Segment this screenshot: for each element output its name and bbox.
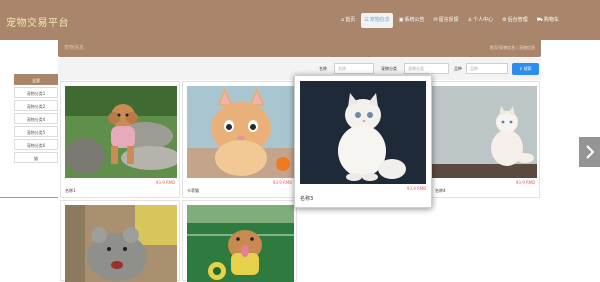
name-label: 名称 [319,66,327,71]
menu-item-admin[interactable]: ⚙后台管理 [499,13,531,28]
pet-card[interactable] [60,200,180,282]
category-sidebar: 全部 宠物分类1 宠物分类2 宠物分类4 宠物分类5 宠物分类6 猫 [14,74,58,165]
section-header: 宠物信息 首页/宠物信息 / 宠物信息 [58,38,541,57]
user-icon: ♙ [467,17,473,23]
category-item-5[interactable]: 宠物分类5 [14,126,58,137]
carousel-next-button[interactable] [579,137,600,167]
search-button[interactable]: ⚲ 搜索 [512,63,539,75]
watermark: CSDN @一枚小小程序员哈 [487,267,573,275]
pet-image-dog-ball [187,205,294,282]
search-button-label: 搜索 [523,66,532,71]
breed-label: 品种 [454,66,462,71]
category-input[interactable]: 宠物分类 [404,63,449,74]
search-icon: ⚲ [519,66,523,71]
breadcrumb[interactable]: 首页/宠物信息 / 宠物信息 [490,45,535,51]
category-item-4[interactable]: 宠物分类4 [14,113,58,124]
page-title: 宠物信息 [64,45,85,51]
menu-label-home: 首页 [345,17,356,23]
main-menu: ⌂首页 ☰宠物信息 ▣系统公告 ✉留言反馈 ♙个人中心 ⚙后台管理 ⛟购物车 [338,13,562,29]
pet-name: 名称1 [65,188,76,193]
name-input[interactable]: 名称 [334,63,374,74]
menu-item-cart[interactable]: ⛟购物车 [534,13,562,28]
pet-name: 名称3 [300,196,314,202]
menu-item-home[interactable]: ⌂首页 [338,13,358,28]
pet-card[interactable]: 93.9 RMB 卡菲猫 [182,81,297,198]
pet-image-chinchilla [65,205,177,282]
list-icon: ☰ [364,17,369,23]
message-icon: ✉ [433,17,438,23]
breed-input[interactable]: 品种 [466,63,508,74]
menu-item-profile[interactable]: ♙个人中心 [465,13,497,28]
pet-image-cat-garfield [187,86,294,178]
pet-image-cat-persian [300,81,426,184]
menu-label-profile: 个人中心 [473,17,494,23]
top-nav: 宠物交易平台 ⌂首页 ☰宠物信息 ▣系统公告 ✉留言反馈 ♙个人中心 ⚙后台管理… [0,0,600,40]
menu-item-feedback[interactable]: ✉留言反馈 [430,13,461,28]
pet-price: 93.9 RMB [515,180,535,185]
site-brand[interactable]: 宠物交易平台 [6,14,69,29]
menu-label-pet-info: 宠物信息 [369,17,390,23]
notice-icon: ▣ [398,17,404,23]
pet-card[interactable] [182,200,297,282]
category-item-6[interactable]: 宠物分类6 [14,139,58,150]
pet-card-hover-popup[interactable]: 93.9 RMB 名称3 [294,75,432,208]
menu-label-admin: 后台管理 [507,17,528,23]
menu-item-pet-info[interactable]: ☰宠物信息 [361,13,393,28]
pet-price: 93.9 RMB [155,180,175,185]
pet-image-poodle [65,86,177,178]
category-label: 宠物分类 [381,66,397,71]
pet-card[interactable]: 93.9 RMB 名称4 [420,81,540,198]
menu-label-cart: 购物车 [543,17,559,23]
category-item-1[interactable]: 宠物分类1 [14,87,58,98]
pet-name: 卡菲猫 [187,188,199,193]
chevron-right-icon [586,145,595,159]
menu-label-feedback: 留言反馈 [438,17,459,23]
menu-label-notice: 系统公告 [404,17,425,23]
gear-icon: ⚙ [502,17,507,23]
pet-price: 93.9 RMB [272,180,292,185]
menu-item-notice[interactable]: ▣系统公告 [396,13,428,28]
cart-icon: ⛟ [536,17,543,23]
left-divider [0,197,58,198]
category-item-all[interactable]: 全部 [14,74,58,85]
pet-price: 93.9 RMB [406,186,426,191]
pet-name: 名称4 [435,188,446,193]
category-item-2[interactable]: 宠物分类2 [14,100,58,111]
pet-image-cat-white [425,86,537,178]
pet-card[interactable]: 93.9 RMB 名称1 [60,81,180,198]
category-item-cat[interactable]: 猫 [14,152,58,163]
home-icon: ⌂ [341,17,345,23]
